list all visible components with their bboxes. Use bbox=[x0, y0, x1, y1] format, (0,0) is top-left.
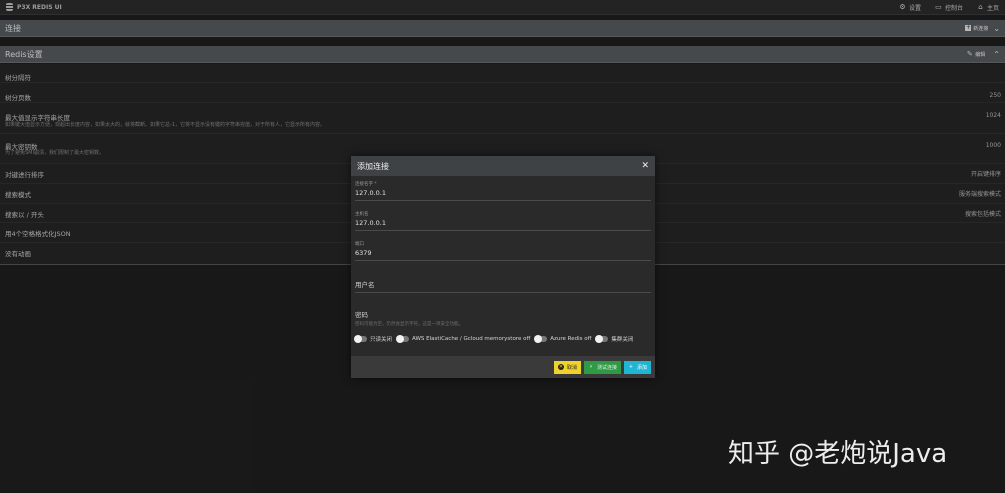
field-underline bbox=[355, 292, 651, 293]
field-hint: 密码可能为空，仍然会显示字符，这是一项安全功能。 bbox=[355, 322, 463, 327]
azure-redis-toggle[interactable]: Azure Redis off bbox=[534, 335, 592, 343]
username-field[interactable]: 用户名 bbox=[355, 279, 651, 293]
test-label: 测试连接 bbox=[596, 364, 617, 371]
toggle-switch[interactable] bbox=[534, 335, 548, 343]
password-field[interactable]: 密码 密码可能为空，仍然会显示字符，这是一项安全功能。 bbox=[355, 309, 651, 327]
field-value: 127.0.0.1 bbox=[355, 219, 387, 227]
plus-icon: + bbox=[628, 364, 634, 370]
cancel-button[interactable]: ✕ 取消 bbox=[553, 360, 581, 374]
toggle-switch[interactable] bbox=[354, 335, 367, 343]
toggle-label: AWS ElastiCache / Gcloud memorystore off bbox=[412, 336, 531, 342]
cluster-toggle[interactable]: 集群关闭 bbox=[595, 335, 634, 343]
readonly-toggle[interactable]: 只读关闭 bbox=[354, 335, 393, 343]
toggle-switch[interactable] bbox=[595, 335, 609, 343]
add-label: 添加 bbox=[636, 364, 647, 371]
port-field[interactable]: 端口 6379 bbox=[355, 241, 651, 261]
toggle-switch[interactable] bbox=[396, 335, 410, 343]
dialog-header: 添加连接 ✕ bbox=[351, 156, 655, 176]
field-label: 连接名字 * bbox=[355, 182, 377, 187]
field-value: 127.0.0.1 bbox=[355, 189, 387, 197]
field-label: 主机名 bbox=[355, 212, 369, 217]
zhihu-watermark: 知乎 @老炮说Java bbox=[728, 439, 948, 469]
test-connection-button[interactable]: ⚡ 测试连接 bbox=[583, 360, 621, 374]
close-icon[interactable]: ✕ bbox=[641, 161, 649, 171]
dialog-footer: ✕ 取消 ⚡ 测试连接 + 添加 bbox=[351, 356, 655, 378]
field-underline bbox=[355, 230, 651, 231]
field-label: 用户名 bbox=[355, 281, 375, 289]
dialog-title: 添加连接 bbox=[357, 161, 389, 171]
add-button[interactable]: + 添加 bbox=[623, 360, 651, 374]
field-value: 6379 bbox=[355, 249, 372, 257]
field-label: 密码 bbox=[355, 311, 368, 319]
plug-icon: ⚡ bbox=[589, 364, 593, 370]
field-underline bbox=[355, 260, 651, 261]
field-label: 端口 bbox=[355, 242, 364, 247]
hostname-field[interactable]: 主机名 127.0.0.1 bbox=[355, 211, 651, 231]
add-connection-dialog: 添加连接 ✕ 连接名字 * 127.0.0.1 主机名 127.0.0.1 端口… bbox=[351, 156, 655, 378]
toggle-label: Azure Redis off bbox=[550, 336, 592, 342]
connection-name-field[interactable]: 连接名字 * 127.0.0.1 bbox=[355, 181, 651, 201]
field-underline bbox=[355, 200, 651, 201]
toggle-label: 集群关闭 bbox=[611, 337, 634, 343]
toggle-label: 只读关闭 bbox=[370, 337, 393, 343]
cancel-icon: ✕ bbox=[557, 364, 564, 370]
cancel-label: 取消 bbox=[566, 364, 577, 371]
option-toggles: 只读关闭 AWS ElastiCache / Gcloud memorystor… bbox=[354, 335, 634, 343]
aws-elasticache-toggle[interactable]: AWS ElastiCache / Gcloud memorystore off bbox=[396, 335, 531, 343]
